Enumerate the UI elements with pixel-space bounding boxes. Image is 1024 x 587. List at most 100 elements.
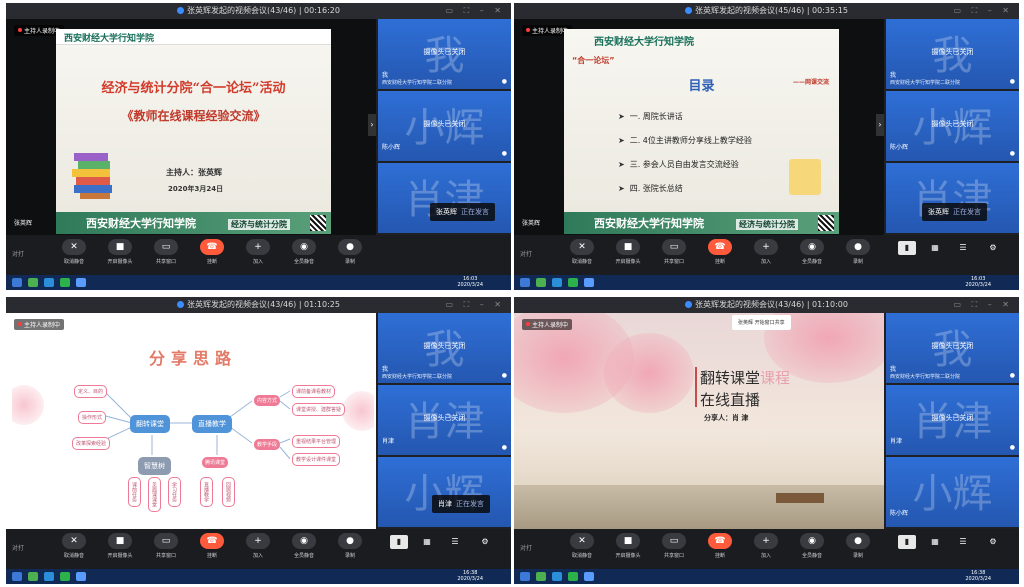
- app-icon[interactable]: [536, 278, 546, 287]
- join-button[interactable]: + 加入: [748, 239, 784, 265]
- share-window-button[interactable]: ▭ 共享窗口: [656, 533, 692, 559]
- participant-tile[interactable]: 肖津 摄像头已关闭 肖津 ●: [378, 385, 511, 455]
- meeting-app-icon[interactable]: [76, 278, 86, 287]
- speaker-view-button[interactable]: ▮: [898, 535, 916, 549]
- join-button[interactable]: + 加入: [240, 239, 276, 265]
- hang-up-button[interactable]: ☎ 挂断: [702, 533, 738, 559]
- system-clock: 16:38 2020/3/24: [965, 570, 991, 582]
- mic-icon: ●: [501, 372, 507, 379]
- school-logo-text: 西安财经大学行知学院: [64, 34, 155, 44]
- join-button[interactable]: + 加入: [240, 533, 276, 559]
- participant-tile[interactable]: 小辉: [378, 457, 511, 527]
- list-view-button[interactable]: ☰: [954, 535, 972, 549]
- window-controls[interactable]: ▭ ⛶ – ✕: [954, 3, 1014, 19]
- wechat-icon[interactable]: [568, 572, 578, 581]
- speaker-view-button[interactable]: ▮: [390, 535, 408, 549]
- wechat-icon[interactable]: [568, 278, 578, 287]
- record-button[interactable]: ● 录制: [332, 239, 368, 265]
- participant-tile[interactable]: 我 摄像头已关闭 我 西安财经大学行知学院二联分院 ●: [886, 19, 1019, 89]
- window-title: 张英辉发起的视频会议(43/46) | 00:16:20: [186, 6, 340, 15]
- hang-up-button[interactable]: ☎ 挂断: [194, 533, 230, 559]
- conference-grid: 张英辉发起的视频会议(43/46) | 00:16:20 ▭ ⛶ – ✕ 主持人…: [0, 0, 1024, 587]
- browser-icon[interactable]: [44, 572, 54, 581]
- unmute-button[interactable]: ✕ 取消静音: [56, 533, 92, 559]
- join-button[interactable]: + 加入: [748, 533, 784, 559]
- screen-icon: ▭: [662, 533, 686, 549]
- participant-list[interactable]: 我 摄像头已关闭 我 西安财经大学行知学院二联分院 ● 肖津 摄像头已关闭 肖津…: [886, 313, 1019, 529]
- share-window-button[interactable]: ▭ 共享窗口: [656, 239, 692, 265]
- mic-icon: ●: [501, 150, 507, 157]
- camera-button[interactable]: ■ 开启摄像头: [102, 239, 138, 265]
- system-clock: 16:03 2020/3/24: [965, 276, 991, 288]
- participant-tile[interactable]: 肖津: [378, 163, 511, 233]
- shared-screen: 主持人录制中 西安财经大学行知学院 经济与统计分院“合一论坛”活动 《教师在线课…: [6, 19, 376, 235]
- participant-tile[interactable]: 我 摄像头已关闭 我 西安财经大学行知学院二联分院 ●: [378, 313, 511, 383]
- phone-icon: ☎: [708, 533, 732, 549]
- mindmap-node: 操作形式: [78, 411, 107, 424]
- start-icon[interactable]: [12, 572, 22, 581]
- settings-gear-icon[interactable]: ⚙: [476, 535, 494, 549]
- unmute-button[interactable]: ✕ 取消静音: [56, 239, 92, 265]
- settings-gear-icon[interactable]: ⚙: [984, 535, 1002, 549]
- footer-school: 西安财经大学行知学院: [594, 217, 704, 230]
- hang-up-button[interactable]: ☎ 挂断: [194, 239, 230, 265]
- start-icon[interactable]: [520, 278, 530, 287]
- participant-tile[interactable]: 我 摄像头已关闭 我 西安财经大学行知学院二联分院 ●: [886, 313, 1019, 383]
- settings-gear-icon[interactable]: ⚙: [984, 241, 1002, 255]
- window-controls[interactable]: ▭ ⛶ – ✕: [446, 3, 506, 19]
- participant-tile[interactable]: 小辉 陈小辉: [886, 457, 1019, 527]
- expand-arrow-icon[interactable]: ›: [876, 114, 884, 136]
- participant-tile[interactable]: 肖津: [886, 163, 1019, 233]
- browser-icon[interactable]: [552, 278, 562, 287]
- mute-all-button[interactable]: ◉ 全员静音: [794, 533, 830, 559]
- record-icon: ●: [846, 239, 870, 255]
- camera-button[interactable]: ■ 开启摄像头: [102, 533, 138, 559]
- participant-tile[interactable]: 小辉 摄像头已关闭 陈小辉 ●: [378, 91, 511, 161]
- start-icon[interactable]: [12, 278, 22, 287]
- share-window-button[interactable]: ▭ 共享窗口: [148, 239, 184, 265]
- recording-badge: 主持人录制中: [14, 319, 65, 330]
- camera-button[interactable]: ■ 开启摄像头: [610, 239, 646, 265]
- browser-icon[interactable]: [552, 572, 562, 581]
- list-view-button[interactable]: ☰: [954, 241, 972, 255]
- mute-all-button[interactable]: ◉ 全员静音: [286, 533, 322, 559]
- app-icon[interactable]: [28, 572, 38, 581]
- meeting-app-icon[interactable]: [584, 278, 594, 287]
- grid-view-button[interactable]: ▦: [926, 241, 944, 255]
- list-view-button[interactable]: ☰: [446, 535, 464, 549]
- record-dot-icon: [526, 322, 530, 326]
- browser-icon[interactable]: [44, 278, 54, 287]
- toc-item: ➤ 四. 张院长总结: [618, 184, 683, 193]
- participant-tile[interactable]: 肖津 摄像头已关闭 肖津 ●: [886, 385, 1019, 455]
- expand-arrow-icon[interactable]: ›: [368, 114, 376, 136]
- hang-up-button[interactable]: ☎ 挂断: [702, 239, 738, 265]
- record-button[interactable]: ● 录制: [332, 533, 368, 559]
- toolbar-left-label[interactable]: 对打: [520, 543, 532, 552]
- toolbar-left-label[interactable]: 对打: [520, 249, 532, 258]
- participant-tile[interactable]: 小辉 摄像头已关闭 陈小辉 ●: [886, 91, 1019, 161]
- wechat-icon[interactable]: [60, 278, 70, 287]
- unmute-button[interactable]: ✕ 取消静音: [564, 533, 600, 559]
- toolbar-left-label[interactable]: 对打: [12, 543, 24, 552]
- window-controls[interactable]: ▭ ⛶ – ✕: [954, 297, 1014, 313]
- record-button[interactable]: ● 录制: [840, 239, 876, 265]
- record-button[interactable]: ● 录制: [840, 533, 876, 559]
- grid-view-button[interactable]: ▦: [418, 535, 436, 549]
- wechat-icon[interactable]: [60, 572, 70, 581]
- speaker-view-button[interactable]: ▮: [898, 241, 916, 255]
- start-icon[interactable]: [520, 572, 530, 581]
- participant-tile[interactable]: 我 摄像头已关闭 我 西安财经大学行知学院二联分院 ●: [378, 19, 511, 89]
- share-window-button[interactable]: ▭ 共享窗口: [148, 533, 184, 559]
- app-icon[interactable]: [28, 278, 38, 287]
- camera-button[interactable]: ■ 开启摄像头: [610, 533, 646, 559]
- unmute-button[interactable]: ✕ 取消静音: [564, 239, 600, 265]
- window-controls[interactable]: ▭ ⛶ – ✕: [446, 297, 506, 313]
- phone-icon: ☎: [708, 239, 732, 255]
- app-icon[interactable]: [536, 572, 546, 581]
- mute-all-button[interactable]: ◉ 全员静音: [286, 239, 322, 265]
- toolbar-left-label[interactable]: 对打: [12, 249, 24, 258]
- meeting-app-icon[interactable]: [584, 572, 594, 581]
- meeting-app-icon[interactable]: [76, 572, 86, 581]
- grid-view-button[interactable]: ▦: [926, 535, 944, 549]
- mute-all-button[interactable]: ◉ 全员静音: [794, 239, 830, 265]
